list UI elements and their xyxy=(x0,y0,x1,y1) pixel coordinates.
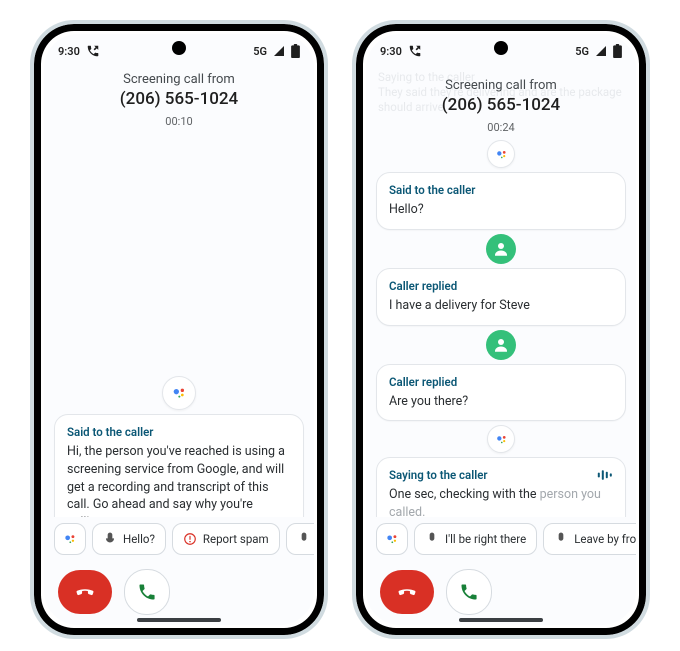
end-call-button[interactable] xyxy=(58,570,112,614)
card-title: Said to the caller xyxy=(67,425,291,439)
suggestion-row: I'll be right there Leave by front door xyxy=(366,517,636,561)
home-indicator xyxy=(459,618,543,622)
assistant-avatar xyxy=(487,140,515,168)
transcript-feed: Said to the caller Hi, the person you've… xyxy=(44,132,314,517)
chip-hello[interactable]: Hello? xyxy=(92,523,166,555)
status-network: 5G xyxy=(253,45,267,58)
signal-icon xyxy=(273,45,285,57)
status-network: 5G xyxy=(575,45,589,58)
assistant-avatar xyxy=(162,376,196,410)
card-body: I have a delivery for Steve xyxy=(389,297,613,315)
two-phone-stage: 9:30 5G Screening call from xyxy=(0,0,680,651)
battery-icon xyxy=(291,44,300,58)
chip-report-spam-label: Report spam xyxy=(203,532,269,546)
chip-hello-label: Hello? xyxy=(123,532,155,546)
call-controls xyxy=(44,561,314,625)
call-timer: 00:24 xyxy=(376,121,626,134)
phone-left: 9:30 5G Screening call from xyxy=(30,20,328,639)
status-time: 9:30 xyxy=(58,45,80,58)
said-to-caller-card: Said to the caller Hello? xyxy=(376,172,626,230)
caller-number: (206) 565-1024 xyxy=(376,95,626,115)
said-to-caller-card: Said to the caller Hi, the person you've… xyxy=(54,414,304,517)
card-title: Saying to the caller xyxy=(389,468,488,482)
call-controls xyxy=(366,561,636,625)
phone-right: 9:30 5G Saying to the caller They said t… xyxy=(352,20,650,639)
chip-tell-me-more[interactable]: Tell me mo xyxy=(286,523,314,555)
camera-cutout xyxy=(494,41,508,55)
transcript-feed: Said to the caller Hello? Caller replied… xyxy=(366,138,636,517)
screening-label: Screening call from xyxy=(376,78,626,93)
chip-leave-by-door[interactable]: Leave by front door xyxy=(543,523,636,555)
home-indicator xyxy=(137,618,221,622)
call-routing-icon xyxy=(86,44,100,58)
card-body: Hello? xyxy=(389,201,613,219)
screening-label: Screening call from xyxy=(54,72,304,87)
answer-call-button[interactable] xyxy=(446,569,492,615)
assistant-chip-icon[interactable] xyxy=(376,523,408,555)
battery-icon xyxy=(613,44,622,58)
signal-icon xyxy=(595,45,607,57)
saying-to-caller-card: Saying to the caller One sec, checking w… xyxy=(376,457,626,517)
end-call-button[interactable] xyxy=(380,570,434,614)
chip-leave-by-door-label: Leave by front door xyxy=(574,532,636,546)
card-body: Are you there? xyxy=(389,393,613,411)
suggestion-row: Hello? Report spam Tell me mo xyxy=(44,517,314,561)
caller-number: (206) 565-1024 xyxy=(54,89,304,109)
caller-replied-card: Caller replied I have a delivery for Ste… xyxy=(376,268,626,326)
assistant-chip-icon[interactable] xyxy=(54,523,86,555)
call-routing-icon xyxy=(408,44,422,58)
caller-replied-card: Caller replied Are you there? xyxy=(376,364,626,422)
card-body: One sec, checking with the person you ca… xyxy=(389,486,613,517)
caller-avatar xyxy=(486,330,516,360)
assistant-avatar xyxy=(487,425,515,453)
card-title: Caller replied xyxy=(389,279,457,293)
status-time: 9:30 xyxy=(380,45,402,58)
card-body: Hi, the person you've reached is using a… xyxy=(67,443,291,517)
camera-cutout xyxy=(172,41,186,55)
chip-be-right-there-label: I'll be right there xyxy=(445,532,526,546)
caller-avatar xyxy=(486,234,516,264)
speaking-waveform-icon xyxy=(597,469,613,481)
chip-be-right-there[interactable]: I'll be right there xyxy=(414,523,537,555)
answer-call-button[interactable] xyxy=(124,569,170,615)
call-timer: 00:10 xyxy=(54,115,304,128)
card-title: Said to the caller xyxy=(389,183,475,197)
card-title: Caller replied xyxy=(389,375,457,389)
chip-report-spam[interactable]: Report spam xyxy=(172,523,280,555)
